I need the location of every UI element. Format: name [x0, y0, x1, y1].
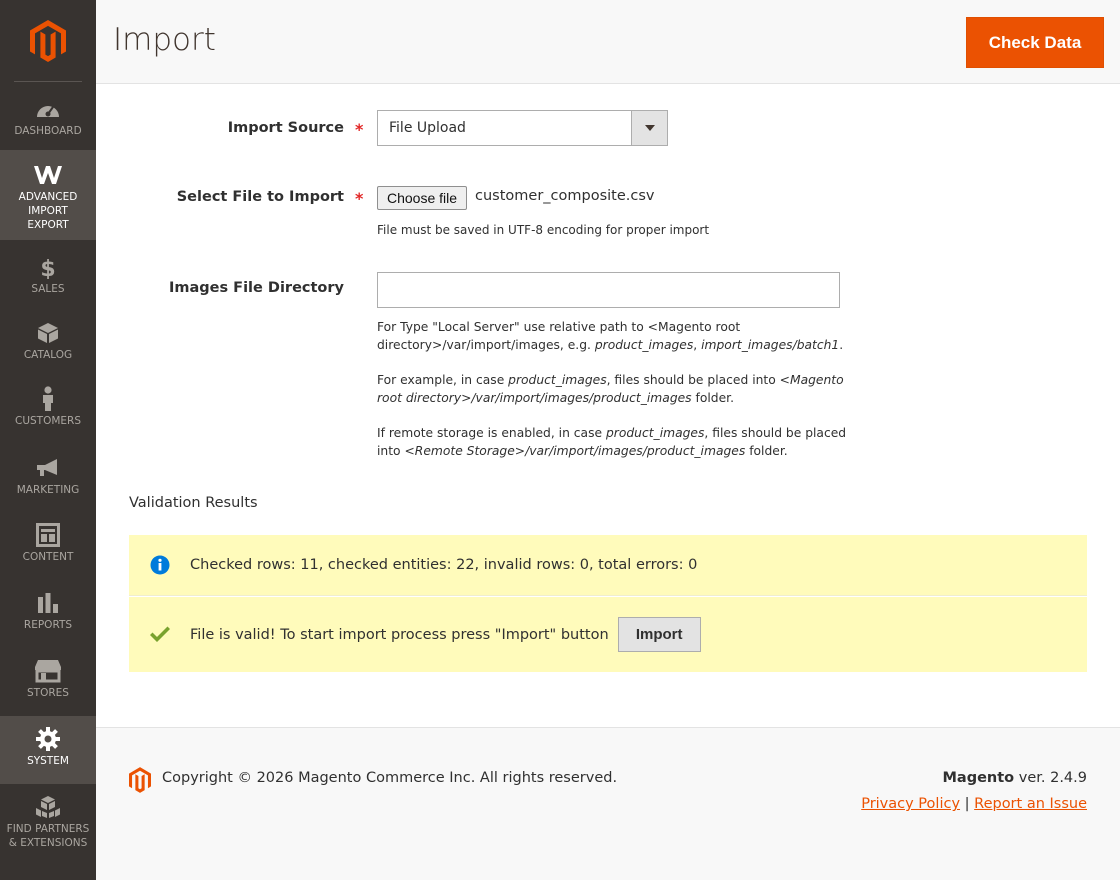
layout-icon — [33, 522, 63, 548]
sidebar-item-label: CATALOG — [23, 349, 73, 361]
file-encoding-note: File must be saved in UTF-8 encoding for… — [377, 223, 710, 237]
page-title: Import — [113, 22, 216, 58]
magento-logo[interactable] — [14, 0, 82, 82]
checkmark-icon — [149, 626, 171, 644]
sidebar-item-label: CONTENT — [22, 551, 74, 563]
images-dir-label: Images File Directory — [169, 280, 344, 296]
sidebar-item-dashboard[interactable]: DASHBOARD — [0, 96, 96, 148]
sidebar-item-label: MARKETING — [16, 484, 80, 496]
info-icon — [149, 555, 171, 575]
report-issue-link[interactable]: Report an Issue — [974, 796, 1087, 812]
sidebar-item-label: ADVANCED IMPORT EXPORT — [18, 191, 78, 231]
sidebar-item-marketing[interactable]: MARKETING — [0, 455, 96, 505]
validation-summary-text: Checked rows: 11, checked entities: 22, … — [190, 557, 698, 573]
sidebar-item-advanced-import-export[interactable]: ADVANCED IMPORT EXPORT — [0, 150, 96, 240]
sidebar-item-catalog[interactable]: CATALOG — [0, 320, 96, 370]
import-source-label: Import Source — [227, 120, 344, 136]
sidebar-item-label: REPORTS — [23, 619, 73, 631]
import-source-value: File Upload — [389, 120, 466, 136]
privacy-policy-link[interactable]: Privacy Policy — [861, 796, 960, 812]
page-footer: Copyright © 2026 Magento Commerce Inc. A… — [96, 727, 1120, 880]
required-mark: * — [355, 120, 364, 139]
version-number: ver. 2.4.9 — [1014, 770, 1087, 786]
validation-success-text: File is valid! To start import process p… — [190, 626, 609, 643]
validation-results-title: Validation Results — [129, 495, 258, 511]
gear-icon — [33, 726, 63, 752]
sidebar-item-reports[interactable]: REPORTS — [0, 590, 96, 640]
magento-logo-icon — [30, 19, 66, 62]
svg-text:$: $ — [40, 257, 55, 279]
store-icon — [33, 658, 63, 684]
copyright-text: Copyright © 2026 Magento Commerce Inc. A… — [162, 770, 618, 786]
chevron-down-icon[interactable] — [631, 111, 667, 145]
boxes-icon — [33, 794, 63, 820]
sidebar-item-label: CUSTOMERS — [14, 415, 81, 427]
dollar-icon: $ — [33, 254, 63, 280]
w-logo-icon — [33, 162, 63, 188]
import-button[interactable]: Import — [617, 617, 701, 652]
sidebar-item-system[interactable]: SYSTEM — [0, 716, 96, 784]
help-paragraph-2: For example, in case product_images, fil… — [377, 373, 844, 405]
dashboard-icon — [33, 96, 63, 122]
validation-summary-message: Checked rows: 11, checked entities: 22, … — [129, 535, 1087, 596]
link-separator: | — [964, 796, 970, 812]
selected-file-name: customer_composite.csv — [475, 188, 655, 204]
images-dir-help: For Type "Local Server" use relative pat… — [377, 318, 847, 477]
validation-success-message: File is valid! To start import process p… — [129, 597, 1087, 672]
help-paragraph-3: If remote storage is enabled, in case pr… — [377, 426, 847, 458]
sidebar-item-stores[interactable]: STORES — [0, 658, 96, 708]
sidebar-item-label: SYSTEM — [27, 755, 69, 767]
magento-footer-logo-icon — [129, 767, 151, 797]
images-dir-input[interactable] — [377, 272, 840, 308]
sidebar-item-content[interactable]: CONTENT — [0, 522, 96, 572]
page-header: Import Check Data — [96, 0, 1120, 84]
help-paragraph-1: For Type "Local Server" use relative pat… — [377, 320, 844, 352]
megaphone-icon — [33, 455, 63, 481]
sidebar-item-label: STORES — [27, 687, 69, 699]
sidebar-item-find-partners[interactable]: FIND PARTNERS & EXTENSIONS — [0, 794, 96, 854]
bar-chart-icon — [33, 590, 63, 616]
import-source-select[interactable]: File Upload — [377, 110, 668, 146]
sidebar-item-sales[interactable]: $ SALES — [0, 254, 96, 304]
footer-links: Privacy Policy | Report an Issue — [861, 796, 1087, 812]
check-data-button[interactable]: Check Data — [966, 17, 1104, 68]
admin-sidebar: DASHBOARD ADVANCED IMPORT EXPORT $ SALES… — [0, 0, 96, 880]
brand-name: Magento — [942, 770, 1015, 786]
sidebar-item-label: FIND PARTNERS & EXTENSIONS — [6, 823, 90, 849]
cube-icon — [33, 320, 63, 346]
required-mark: * — [355, 189, 364, 208]
sidebar-item-customers[interactable]: CUSTOMERS — [0, 386, 96, 436]
select-file-label: Select File to Import — [176, 189, 344, 205]
person-icon — [33, 386, 63, 412]
version-info: Magento ver. 2.4.9 — [942, 770, 1087, 786]
choose-file-button[interactable]: Choose file — [377, 186, 467, 210]
import-form: Import Source * File Upload Select File … — [96, 84, 1120, 727]
sidebar-item-label: DASHBOARD — [14, 125, 82, 137]
sidebar-item-label: SALES — [31, 283, 65, 295]
